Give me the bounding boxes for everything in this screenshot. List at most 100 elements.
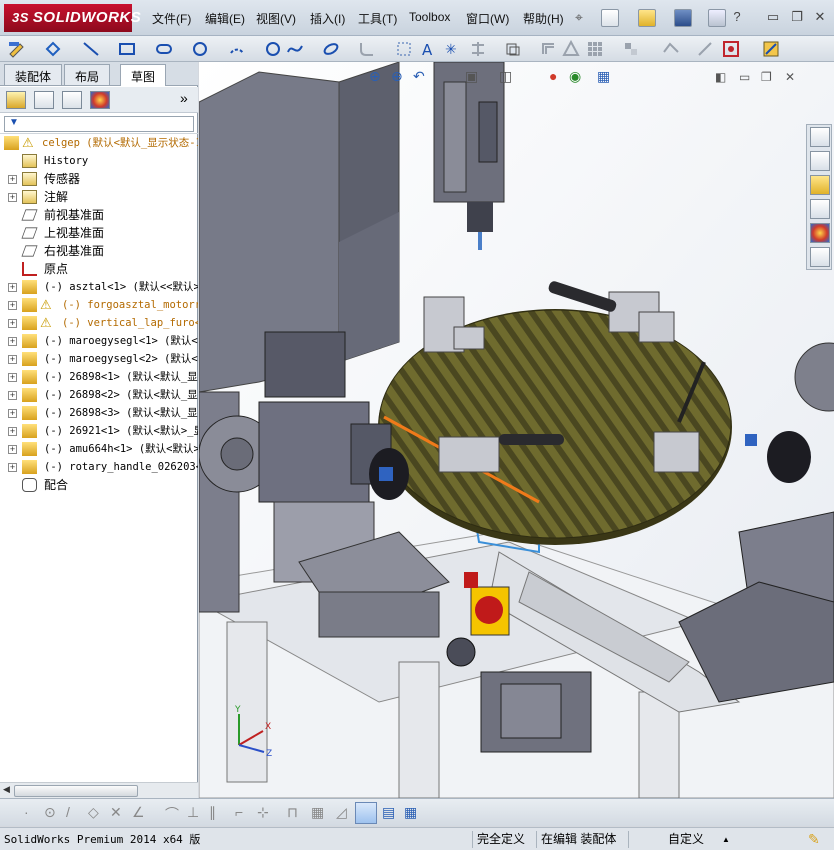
tree-item[interactable]: + (-) 26898<2> (默认<默认_显示: [0, 386, 198, 404]
arc-icon[interactable]: [228, 40, 246, 58]
tree-root[interactable]: ⚠ celgep (默认<默认_显示状态-1>): [0, 134, 198, 152]
smart-dimension-icon[interactable]: [44, 40, 62, 58]
plane-icon[interactable]: [395, 40, 413, 58]
intersection-snap-icon[interactable]: ✕: [110, 804, 122, 821]
print-icon[interactable]: [708, 9, 726, 27]
grid-snap-icon[interactable]: ⊹: [257, 804, 269, 821]
restore-button[interactable]: ❐: [788, 10, 806, 26]
tree-item[interactable]: 右视基准面: [0, 242, 198, 260]
center-snap-icon[interactable]: ⊙: [44, 804, 56, 821]
sketch-icon[interactable]: [8, 40, 26, 58]
tree-horizontal-scrollbar[interactable]: ◀: [0, 782, 198, 798]
tab-sketch[interactable]: 草图: [120, 64, 167, 86]
display-relations-icon[interactable]: [662, 40, 680, 58]
design-library-icon[interactable]: [810, 151, 830, 171]
menu-insert[interactable]: 插入(I): [310, 10, 345, 27]
tree-item[interactable]: + ⚠ (-) forgoasztal_motorral<1>: [0, 296, 198, 314]
expand-toggle-icon[interactable]: +: [8, 409, 17, 418]
tree-item[interactable]: + (-) 26898<3> (默认<默认_显示: [0, 404, 198, 422]
expand-toggle-icon[interactable]: +: [8, 319, 17, 328]
menu-help[interactable]: 帮助(H): [523, 10, 564, 27]
trim-icon[interactable]: [469, 40, 487, 58]
expand-toggle-icon[interactable]: +: [8, 355, 17, 364]
menu-tools[interactable]: 工具(T): [358, 10, 397, 27]
expand-panel-icon[interactable]: »: [180, 90, 188, 106]
expand-toggle-icon[interactable]: +: [8, 391, 17, 400]
fillet-icon[interactable]: [358, 40, 376, 58]
scroll-left-icon[interactable]: ◀: [3, 784, 10, 795]
repair-sketch-icon[interactable]: [696, 40, 714, 58]
viewport-close-icon[interactable]: ✕: [785, 70, 795, 84]
shaded-view-button[interactable]: [355, 802, 377, 824]
move-entities-icon[interactable]: [622, 40, 640, 58]
menu-view[interactable]: 视图(V): [256, 10, 296, 27]
viewport-split-icon[interactable]: ◧: [715, 70, 726, 84]
mirror-icon[interactable]: [562, 39, 580, 58]
polygon-icon[interactable]: [264, 40, 282, 58]
pin-icon[interactable]: ⌖: [575, 9, 583, 26]
appearances-icon[interactable]: [810, 223, 830, 243]
save-icon[interactable]: [674, 9, 692, 27]
close-button[interactable]: ✕: [811, 10, 829, 26]
expand-toggle-icon[interactable]: +: [8, 193, 17, 202]
tree-item[interactable]: + (-) asztal<1> (默认<<默认>_显示: [0, 278, 198, 296]
expand-toggle-icon[interactable]: +: [8, 337, 17, 346]
file-explorer-icon[interactable]: [810, 175, 830, 195]
parallel-snap-icon[interactable]: ∥: [209, 804, 216, 821]
open-folder-icon[interactable]: [638, 9, 656, 27]
rectangle-icon[interactable]: [118, 40, 136, 58]
expand-toggle-icon[interactable]: +: [8, 445, 17, 454]
tree-item[interactable]: 前视基准面: [0, 206, 198, 224]
expand-toggle-icon[interactable]: +: [8, 283, 17, 292]
edit-appearance-icon[interactable]: ●: [549, 68, 557, 84]
tree-item[interactable]: + 传感器: [0, 170, 198, 188]
tree-item[interactable]: History: [0, 152, 198, 170]
convert-entities-icon[interactable]: [504, 40, 522, 58]
menu-window[interactable]: 窗口(W): [466, 10, 509, 27]
graphics-viewport[interactable]: Y X Z ⊕ ⊕ ↶ ▣ ◫ ● ◉ ▦ ◧ ▭ ❐ ✕: [199, 62, 834, 798]
configuration-manager-icon[interactable]: [62, 91, 82, 109]
custom-properties-icon[interactable]: [810, 247, 830, 267]
expand-toggle-icon[interactable]: +: [8, 301, 17, 310]
zoom-area-icon[interactable]: ⊕: [391, 68, 403, 85]
previous-view-icon[interactable]: ↶: [413, 68, 425, 85]
line-snap-icon[interactable]: /: [66, 804, 70, 820]
text-icon[interactable]: A: [419, 40, 437, 59]
property-manager-icon[interactable]: [34, 91, 54, 109]
perpendicular-snap-icon[interactable]: ⊥: [187, 804, 199, 821]
section-view-icon[interactable]: ▣: [465, 68, 478, 85]
new-document-icon[interactable]: [601, 9, 619, 27]
view-settings-icon[interactable]: ▦: [597, 68, 610, 85]
menu-toolbox[interactable]: Toolbox: [409, 10, 450, 24]
zoom-to-fit-icon[interactable]: ⊕: [369, 68, 381, 85]
slot-icon[interactable]: [155, 40, 173, 58]
display-pane-icon[interactable]: ▤: [382, 804, 395, 821]
units-selector[interactable]: 自定义: [668, 831, 704, 848]
point-icon[interactable]: ✳: [441, 40, 459, 58]
tree-item[interactable]: 原点: [0, 260, 198, 278]
offset-entities-icon[interactable]: [540, 40, 558, 58]
expand-toggle-icon[interactable]: +: [8, 175, 17, 184]
tree-item[interactable]: + (-) maroegysegl<1> (默认<默认_: [0, 332, 198, 350]
scrollbar-thumb[interactable]: [14, 785, 138, 797]
tab-assembly[interactable]: 装配体: [4, 64, 63, 85]
view-palette-icon[interactable]: [810, 199, 830, 219]
apply-scene-icon[interactable]: ◉: [569, 68, 581, 85]
minimize-button[interactable]: ▭: [764, 10, 782, 26]
solidworks-logo[interactable]: 3S SOLIDWORKS: [4, 4, 141, 32]
angle-icon[interactable]: ◿: [336, 804, 347, 821]
tree-item[interactable]: + 注解: [0, 188, 198, 206]
quick-tips-icon[interactable]: ✎: [808, 831, 820, 848]
tree-filter-input[interactable]: ▼: [4, 116, 194, 132]
tree-item[interactable]: 上视基准面: [0, 224, 198, 242]
expand-toggle-icon[interactable]: +: [8, 427, 17, 436]
units-arrow-icon[interactable]: ▲: [722, 831, 730, 848]
circle-icon[interactable]: [191, 40, 209, 58]
tree-item[interactable]: + (-) amu664h<1> (默认<默认>_: [0, 440, 198, 458]
menu-file[interactable]: 文件(F): [152, 10, 191, 27]
ellipse-icon[interactable]: [322, 40, 340, 58]
view-orientation-icon[interactable]: ◫: [499, 68, 512, 85]
line-icon[interactable]: [82, 40, 100, 58]
tangent-snap-icon[interactable]: ⌒: [165, 804, 179, 824]
table-icon[interactable]: ▦: [404, 804, 417, 821]
